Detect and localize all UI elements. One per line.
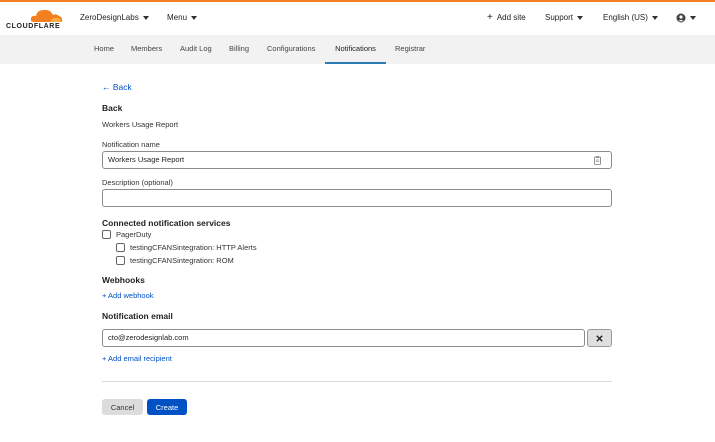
chevron-down-icon: [690, 16, 696, 20]
page-title: Back: [102, 103, 123, 113]
divider: [102, 381, 612, 382]
service-label: testingCFANSintegration: ROM: [130, 256, 234, 265]
top-bar: CLOUDFLARE ZeroDesignLabs Menu + Add sit…: [0, 0, 715, 35]
service-label: testingCFANSintegration: HTTP Alerts: [130, 243, 257, 252]
clipboard-icon[interactable]: [594, 156, 601, 165]
email-value: cto@zerodesignlab.com: [108, 333, 189, 342]
email-input[interactable]: cto@zerodesignlab.com: [102, 329, 585, 347]
tab-home[interactable]: Home: [94, 35, 114, 64]
service-http-alerts[interactable]: testingCFANSintegration: HTTP Alerts: [116, 243, 257, 252]
email-heading: Notification email: [102, 311, 173, 321]
rom-checkbox[interactable]: [116, 256, 125, 265]
account-selector[interactable]: ZeroDesignLabs: [80, 13, 149, 22]
language-dropdown[interactable]: English (US): [603, 13, 658, 22]
logo-text: CLOUDFLARE: [6, 23, 61, 30]
description-input[interactable]: [102, 189, 612, 207]
tab-notifications[interactable]: Notifications: [325, 35, 386, 64]
service-rom[interactable]: testingCFANSintegration: ROM: [116, 256, 234, 265]
menu-dropdown[interactable]: Menu: [167, 13, 198, 22]
cloudflare-logo[interactable]: CLOUDFLARE: [6, 7, 64, 31]
plus-icon: +: [487, 11, 493, 23]
notification-name-input[interactable]: Workers Usage Report: [102, 151, 612, 169]
tab-members[interactable]: Members: [131, 35, 162, 64]
tab-configurations[interactable]: Configurations: [267, 35, 315, 64]
account-name: ZeroDesignLabs: [80, 13, 139, 22]
page-subtitle: Workers Usage Report: [102, 120, 179, 129]
notification-name-value: Workers Usage Report: [108, 155, 185, 164]
services-heading: Connected notification services: [102, 218, 231, 228]
user-avatar-icon: [676, 13, 686, 23]
pagerduty-checkbox[interactable]: [102, 230, 111, 239]
add-site-button[interactable]: + Add site: [487, 11, 526, 23]
menu-label: Menu: [167, 13, 188, 22]
chevron-down-icon: [191, 15, 198, 20]
create-button[interactable]: Create: [147, 399, 187, 415]
support-label: Support: [545, 13, 574, 22]
add-webhook-link[interactable]: + Add webhook: [102, 291, 154, 300]
close-icon: [596, 334, 603, 342]
tab-audit-log[interactable]: Audit Log: [180, 35, 212, 64]
add-email-link[interactable]: + Add email recipient: [102, 354, 172, 363]
chevron-down-icon: [142, 15, 149, 20]
http-alerts-checkbox[interactable]: [116, 243, 125, 252]
cancel-button[interactable]: Cancel: [102, 399, 143, 415]
support-dropdown[interactable]: Support: [545, 13, 584, 22]
account-tabs: Home Members Audit Log Billing Configura…: [0, 35, 715, 64]
remove-email-button[interactable]: [587, 329, 612, 347]
language-label: English (US): [603, 13, 648, 22]
description-label: Description (optional): [102, 178, 173, 187]
tab-registrar[interactable]: Registrar: [395, 35, 425, 64]
back-link[interactable]: ← Back: [102, 82, 132, 92]
add-site-label: Add site: [496, 13, 526, 22]
notification-name-label: Notification name: [102, 140, 160, 149]
tab-billing[interactable]: Billing: [229, 35, 249, 64]
cloud-icon: [30, 9, 63, 22]
webhooks-heading: Webhooks: [102, 275, 145, 285]
user-menu[interactable]: [676, 13, 696, 23]
service-label: PagerDuty: [116, 230, 152, 239]
chevron-down-icon: [577, 15, 584, 20]
service-pagerduty[interactable]: PagerDuty: [102, 230, 151, 239]
chevron-down-icon: [651, 15, 658, 20]
